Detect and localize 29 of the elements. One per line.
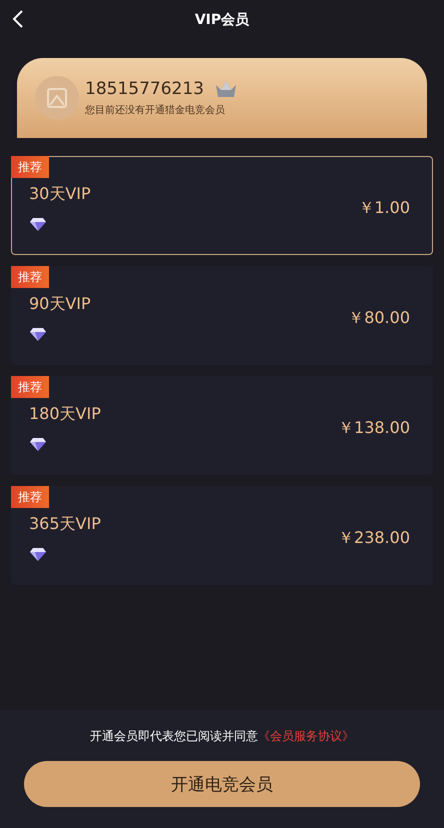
vip-crown-icon	[214, 79, 238, 99]
plan-card[interactable]: 推荐 180天VIP ￥138.00	[11, 376, 433, 475]
recommend-badge: 推荐	[11, 266, 49, 288]
recommend-badge: 推荐	[11, 486, 49, 508]
avatar-icon	[35, 76, 79, 120]
plan-name: 30天VIP	[29, 184, 91, 205]
diamond-icon	[29, 217, 47, 232]
agreement-text: 开通会员即代表您已阅读并同意	[90, 728, 258, 745]
membership-notice: 您目前还没有开通猎金电竞会员	[85, 104, 226, 117]
back-icon	[12, 10, 24, 28]
agreement-link[interactable]: 《会员服务协议》	[258, 728, 354, 745]
plan-name: 90天VIP	[29, 294, 91, 315]
plan-name: 365天VIP	[29, 514, 101, 535]
recommend-badge: 推荐	[11, 376, 49, 398]
plan-card[interactable]: 推荐 30天VIP ￥1.00	[11, 156, 433, 255]
plan-price: ￥1.00	[358, 198, 410, 219]
activate-button[interactable]: 开通电竞会员	[24, 761, 420, 807]
plan-card[interactable]: 推荐 90天VIP ￥80.00	[11, 266, 433, 365]
diamond-icon	[29, 547, 47, 562]
plan-price: ￥80.00	[348, 308, 410, 329]
diamond-icon	[29, 437, 47, 452]
plan-price: ￥138.00	[338, 418, 410, 439]
plan-card[interactable]: 推荐 365天VIP ￥238.00	[11, 486, 433, 585]
plan-price: ￥238.00	[338, 528, 410, 549]
plan-name: 180天VIP	[29, 404, 101, 425]
page-title: VIP会员	[194, 11, 250, 29]
phone-number: 18515776213	[85, 79, 204, 99]
diamond-icon	[29, 327, 47, 342]
recommend-badge: 推荐	[11, 156, 49, 178]
